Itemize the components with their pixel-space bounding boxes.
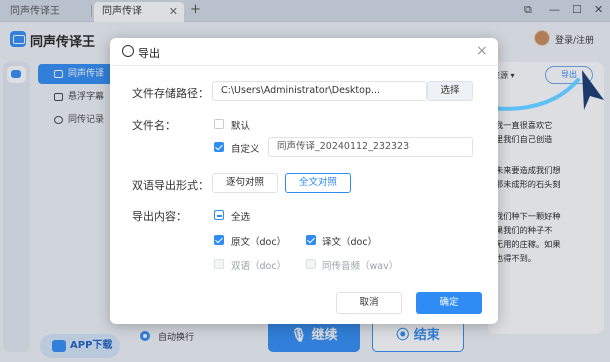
confirm-button[interactable]: 确定 [416,292,482,314]
cancel-button[interactable]: 取消 [336,292,402,314]
bilingual-doc-checkbox[interactable] [214,259,224,269]
bilingual-doc-label: 双语（doc） [231,261,287,272]
path-field[interactable]: C:\Users\Administrator\Desktop... [212,81,427,101]
select-all-label: 全选 [231,212,251,223]
content-label: 导出内容： [132,210,187,223]
export-dialog: 导出 × 文件存储路径： C:\Users\Administrator\Desk… [110,38,498,324]
custom-name-checkbox[interactable] [214,142,224,152]
dialog-title: 导出 [138,47,160,60]
sentence-mode-button[interactable]: 逐句对照 [212,173,278,193]
source-doc-label: 原文（doc） [231,237,287,248]
translation-doc-label: 译文（doc） [322,237,378,248]
fulltext-mode-button[interactable]: 全文对照 [285,173,351,193]
select-all-checkbox[interactable] [214,210,224,220]
close-icon[interactable]: × [476,43,488,59]
export-icon [122,45,134,57]
custom-name-field[interactable]: 同声传译_20240112_232323 [268,137,473,157]
filename-label: 文件名： [132,119,176,132]
custom-name-label: 自定义 [231,144,260,155]
default-name-label: 默认 [231,121,251,132]
path-label: 文件存储路径： [132,87,209,100]
source-doc-checkbox[interactable] [214,235,224,245]
audio-wav-checkbox[interactable] [306,259,316,269]
default-name-checkbox[interactable] [214,119,224,129]
bilingual-label: 双语导出形式： [132,179,209,192]
dialog-header: 导出 × [110,38,498,66]
translation-doc-checkbox[interactable] [306,235,316,245]
audio-wav-label: 同传音频（wav） [322,261,399,272]
choose-button[interactable]: 选择 [427,81,473,101]
